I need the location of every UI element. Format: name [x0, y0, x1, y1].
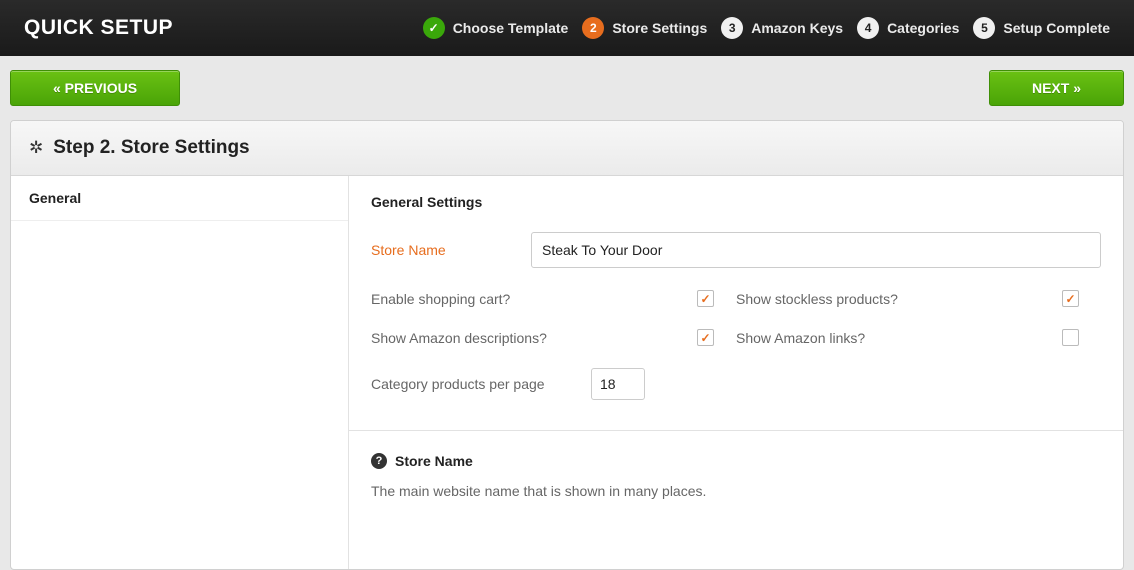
row-store-name: Store Name — [371, 232, 1101, 268]
question-icon: ? — [371, 453, 387, 469]
settings-panel: ✲ Step 2. Store Settings General General… — [10, 120, 1124, 570]
row-cart-stockless: Enable shopping cart? Show stockless pro… — [371, 290, 1101, 307]
step-number-badge: 4 — [857, 17, 879, 39]
previous-button[interactable]: « PREVIOUS — [10, 70, 180, 106]
step-amazon-keys[interactable]: 3 Amazon Keys — [721, 17, 843, 39]
next-button[interactable]: NEXT » — [989, 70, 1124, 106]
show-amazon-links-checkbox[interactable] — [1062, 329, 1079, 346]
form-area: General Settings Store Name Enable shopp… — [349, 176, 1123, 430]
check-icon: ✓ — [423, 17, 445, 39]
row-amazon: Show Amazon descriptions? Show Amazon li… — [371, 329, 1101, 346]
step-label: Setup Complete — [1003, 20, 1110, 36]
help-text: The main website name that is shown in m… — [371, 483, 1101, 499]
show-amazon-desc-label: Show Amazon descriptions? — [371, 330, 697, 346]
section-title: General Settings — [371, 194, 1101, 210]
per-page-input[interactable] — [591, 368, 645, 400]
header-bar: QUICK SETUP ✓ Choose Template 2 Store Se… — [0, 0, 1134, 56]
enable-cart-checkbox[interactable] — [697, 290, 714, 307]
step-categories[interactable]: 4 Categories — [857, 17, 959, 39]
step-store-settings[interactable]: 2 Store Settings — [582, 17, 707, 39]
step-choose-template[interactable]: ✓ Choose Template — [423, 17, 569, 39]
row-per-page: Category products per page — [371, 368, 1101, 400]
step-label: Choose Template — [453, 20, 569, 36]
show-amazon-links-label: Show Amazon links? — [736, 330, 1062, 346]
step-setup-complete[interactable]: 5 Setup Complete — [973, 17, 1110, 39]
per-page-label: Category products per page — [371, 376, 591, 392]
panel-title: Step 2. Store Settings — [53, 137, 249, 159]
header-title: QUICK SETUP — [24, 16, 173, 40]
help-area: ? Store Name The main website name that … — [349, 430, 1123, 521]
wizard-steps: ✓ Choose Template 2 Store Settings 3 Ama… — [423, 17, 1110, 39]
enable-cart-label: Enable shopping cart? — [371, 291, 697, 307]
help-title-text: Store Name — [395, 453, 473, 469]
show-stockless-label: Show stockless products? — [736, 291, 1062, 307]
step-number-badge: 5 — [973, 17, 995, 39]
store-name-label: Store Name — [371, 242, 531, 258]
settings-sidebar: General — [11, 176, 349, 569]
sidebar-item-general[interactable]: General — [11, 176, 348, 221]
help-title: ? Store Name — [371, 453, 1101, 469]
gear-icon: ✲ — [29, 138, 43, 158]
sidebar-item-label: General — [29, 190, 81, 206]
panel-header: ✲ Step 2. Store Settings — [11, 121, 1123, 176]
step-label: Amazon Keys — [751, 20, 843, 36]
show-stockless-checkbox[interactable] — [1062, 290, 1079, 307]
settings-main: General Settings Store Name Enable shopp… — [349, 176, 1123, 569]
step-label: Categories — [887, 20, 959, 36]
nav-buttons: « PREVIOUS NEXT » — [0, 56, 1134, 120]
step-number-badge: 2 — [582, 17, 604, 39]
panel-body: General General Settings Store Name Enab… — [11, 176, 1123, 569]
store-name-input[interactable] — [531, 232, 1101, 268]
step-number-badge: 3 — [721, 17, 743, 39]
step-label: Store Settings — [612, 20, 707, 36]
show-amazon-desc-checkbox[interactable] — [697, 329, 714, 346]
